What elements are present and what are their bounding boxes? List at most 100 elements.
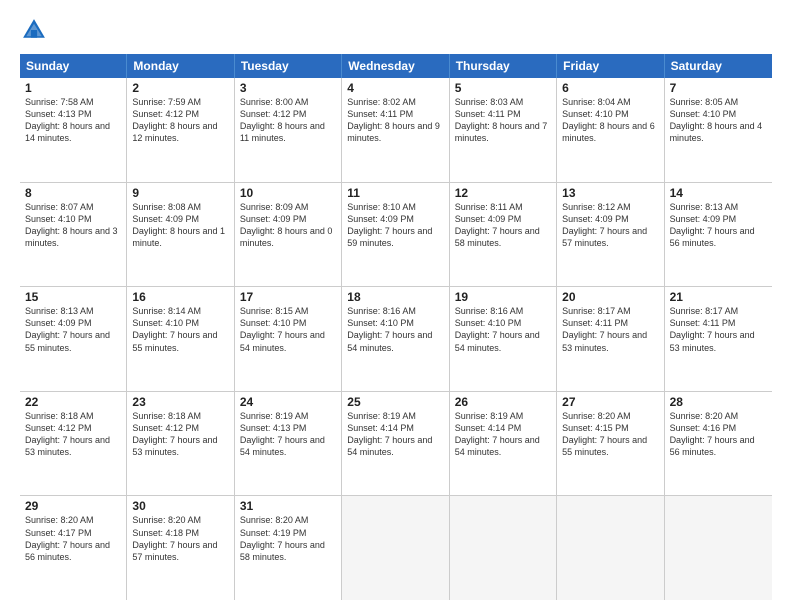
day-cell-18: 18Sunrise: 8:16 AM Sunset: 4:10 PM Dayli… — [342, 287, 449, 391]
day-cell-23: 23Sunrise: 8:18 AM Sunset: 4:12 PM Dayli… — [127, 392, 234, 496]
cell-info: Sunrise: 8:20 AM Sunset: 4:19 PM Dayligh… — [240, 514, 336, 563]
day-cell-27: 27Sunrise: 8:20 AM Sunset: 4:15 PM Dayli… — [557, 392, 664, 496]
cell-info: Sunrise: 8:09 AM Sunset: 4:09 PM Dayligh… — [240, 201, 336, 250]
day-cell-11: 11Sunrise: 8:10 AM Sunset: 4:09 PM Dayli… — [342, 183, 449, 287]
day-cell-30: 30Sunrise: 8:20 AM Sunset: 4:18 PM Dayli… — [127, 496, 234, 600]
day-number: 11 — [347, 186, 443, 200]
day-number: 3 — [240, 81, 336, 95]
logo — [20, 16, 52, 44]
day-cell-21: 21Sunrise: 8:17 AM Sunset: 4:11 PM Dayli… — [665, 287, 772, 391]
day-cell-empty-4-5 — [557, 496, 664, 600]
day-number: 29 — [25, 499, 121, 513]
day-cell-6: 6Sunrise: 8:04 AM Sunset: 4:10 PM Daylig… — [557, 78, 664, 182]
cell-info: Sunrise: 8:13 AM Sunset: 4:09 PM Dayligh… — [25, 305, 121, 354]
day-cell-14: 14Sunrise: 8:13 AM Sunset: 4:09 PM Dayli… — [665, 183, 772, 287]
cell-info: Sunrise: 8:18 AM Sunset: 4:12 PM Dayligh… — [132, 410, 228, 459]
day-cell-9: 9Sunrise: 8:08 AM Sunset: 4:09 PM Daylig… — [127, 183, 234, 287]
day-number: 22 — [25, 395, 121, 409]
day-cell-24: 24Sunrise: 8:19 AM Sunset: 4:13 PM Dayli… — [235, 392, 342, 496]
day-cell-8: 8Sunrise: 8:07 AM Sunset: 4:10 PM Daylig… — [20, 183, 127, 287]
day-cell-17: 17Sunrise: 8:15 AM Sunset: 4:10 PM Dayli… — [235, 287, 342, 391]
day-cell-empty-4-3 — [342, 496, 449, 600]
day-number: 1 — [25, 81, 121, 95]
page: SundayMondayTuesdayWednesdayThursdayFrid… — [0, 0, 792, 612]
day-number: 30 — [132, 499, 228, 513]
day-number: 10 — [240, 186, 336, 200]
day-number: 13 — [562, 186, 658, 200]
day-cell-5: 5Sunrise: 8:03 AM Sunset: 4:11 PM Daylig… — [450, 78, 557, 182]
calendar-body: 1Sunrise: 7:58 AM Sunset: 4:13 PM Daylig… — [20, 78, 772, 600]
day-cell-7: 7Sunrise: 8:05 AM Sunset: 4:10 PM Daylig… — [665, 78, 772, 182]
cell-info: Sunrise: 8:10 AM Sunset: 4:09 PM Dayligh… — [347, 201, 443, 250]
day-number: 25 — [347, 395, 443, 409]
day-cell-26: 26Sunrise: 8:19 AM Sunset: 4:14 PM Dayli… — [450, 392, 557, 496]
day-number: 5 — [455, 81, 551, 95]
day-number: 7 — [670, 81, 767, 95]
day-number: 27 — [562, 395, 658, 409]
calendar-row-0: 1Sunrise: 7:58 AM Sunset: 4:13 PM Daylig… — [20, 78, 772, 183]
cell-info: Sunrise: 8:17 AM Sunset: 4:11 PM Dayligh… — [562, 305, 658, 354]
weekday-header-friday: Friday — [557, 54, 664, 78]
day-number: 26 — [455, 395, 551, 409]
day-cell-empty-4-4 — [450, 496, 557, 600]
day-cell-25: 25Sunrise: 8:19 AM Sunset: 4:14 PM Dayli… — [342, 392, 449, 496]
weekday-header-sunday: Sunday — [20, 54, 127, 78]
cell-info: Sunrise: 8:18 AM Sunset: 4:12 PM Dayligh… — [25, 410, 121, 459]
day-number: 2 — [132, 81, 228, 95]
day-number: 24 — [240, 395, 336, 409]
day-number: 21 — [670, 290, 767, 304]
cell-info: Sunrise: 8:14 AM Sunset: 4:10 PM Dayligh… — [132, 305, 228, 354]
day-number: 23 — [132, 395, 228, 409]
cell-info: Sunrise: 8:19 AM Sunset: 4:13 PM Dayligh… — [240, 410, 336, 459]
weekday-header-thursday: Thursday — [450, 54, 557, 78]
calendar-row-4: 29Sunrise: 8:20 AM Sunset: 4:17 PM Dayli… — [20, 496, 772, 600]
day-number: 4 — [347, 81, 443, 95]
day-number: 8 — [25, 186, 121, 200]
day-number: 6 — [562, 81, 658, 95]
cell-info: Sunrise: 7:59 AM Sunset: 4:12 PM Dayligh… — [132, 96, 228, 145]
day-number: 12 — [455, 186, 551, 200]
cell-info: Sunrise: 8:20 AM Sunset: 4:18 PM Dayligh… — [132, 514, 228, 563]
weekday-header-monday: Monday — [127, 54, 234, 78]
day-cell-2: 2Sunrise: 7:59 AM Sunset: 4:12 PM Daylig… — [127, 78, 234, 182]
day-cell-15: 15Sunrise: 8:13 AM Sunset: 4:09 PM Dayli… — [20, 287, 127, 391]
cell-info: Sunrise: 8:19 AM Sunset: 4:14 PM Dayligh… — [455, 410, 551, 459]
weekday-header-saturday: Saturday — [665, 54, 772, 78]
cell-info: Sunrise: 8:16 AM Sunset: 4:10 PM Dayligh… — [455, 305, 551, 354]
calendar: SundayMondayTuesdayWednesdayThursdayFrid… — [20, 54, 772, 600]
cell-info: Sunrise: 8:04 AM Sunset: 4:10 PM Dayligh… — [562, 96, 658, 145]
day-number: 9 — [132, 186, 228, 200]
day-number: 19 — [455, 290, 551, 304]
cell-info: Sunrise: 8:13 AM Sunset: 4:09 PM Dayligh… — [670, 201, 767, 250]
logo-icon — [20, 16, 48, 44]
calendar-row-1: 8Sunrise: 8:07 AM Sunset: 4:10 PM Daylig… — [20, 183, 772, 288]
weekday-header-wednesday: Wednesday — [342, 54, 449, 78]
calendar-row-2: 15Sunrise: 8:13 AM Sunset: 4:09 PM Dayli… — [20, 287, 772, 392]
day-number: 16 — [132, 290, 228, 304]
day-cell-4: 4Sunrise: 8:02 AM Sunset: 4:11 PM Daylig… — [342, 78, 449, 182]
day-cell-10: 10Sunrise: 8:09 AM Sunset: 4:09 PM Dayli… — [235, 183, 342, 287]
day-number: 31 — [240, 499, 336, 513]
day-cell-3: 3Sunrise: 8:00 AM Sunset: 4:12 PM Daylig… — [235, 78, 342, 182]
day-cell-31: 31Sunrise: 8:20 AM Sunset: 4:19 PM Dayli… — [235, 496, 342, 600]
day-cell-empty-4-6 — [665, 496, 772, 600]
day-cell-20: 20Sunrise: 8:17 AM Sunset: 4:11 PM Dayli… — [557, 287, 664, 391]
cell-info: Sunrise: 8:17 AM Sunset: 4:11 PM Dayligh… — [670, 305, 767, 354]
day-cell-12: 12Sunrise: 8:11 AM Sunset: 4:09 PM Dayli… — [450, 183, 557, 287]
cell-info: Sunrise: 8:19 AM Sunset: 4:14 PM Dayligh… — [347, 410, 443, 459]
cell-info: Sunrise: 8:07 AM Sunset: 4:10 PM Dayligh… — [25, 201, 121, 250]
cell-info: Sunrise: 8:20 AM Sunset: 4:16 PM Dayligh… — [670, 410, 767, 459]
cell-info: Sunrise: 8:20 AM Sunset: 4:17 PM Dayligh… — [25, 514, 121, 563]
cell-info: Sunrise: 8:20 AM Sunset: 4:15 PM Dayligh… — [562, 410, 658, 459]
day-cell-28: 28Sunrise: 8:20 AM Sunset: 4:16 PM Dayli… — [665, 392, 772, 496]
day-number: 18 — [347, 290, 443, 304]
day-number: 14 — [670, 186, 767, 200]
cell-info: Sunrise: 8:00 AM Sunset: 4:12 PM Dayligh… — [240, 96, 336, 145]
day-number: 20 — [562, 290, 658, 304]
day-number: 17 — [240, 290, 336, 304]
cell-info: Sunrise: 7:58 AM Sunset: 4:13 PM Dayligh… — [25, 96, 121, 145]
cell-info: Sunrise: 8:08 AM Sunset: 4:09 PM Dayligh… — [132, 201, 228, 250]
day-cell-13: 13Sunrise: 8:12 AM Sunset: 4:09 PM Dayli… — [557, 183, 664, 287]
cell-info: Sunrise: 8:11 AM Sunset: 4:09 PM Dayligh… — [455, 201, 551, 250]
cell-info: Sunrise: 8:05 AM Sunset: 4:10 PM Dayligh… — [670, 96, 767, 145]
